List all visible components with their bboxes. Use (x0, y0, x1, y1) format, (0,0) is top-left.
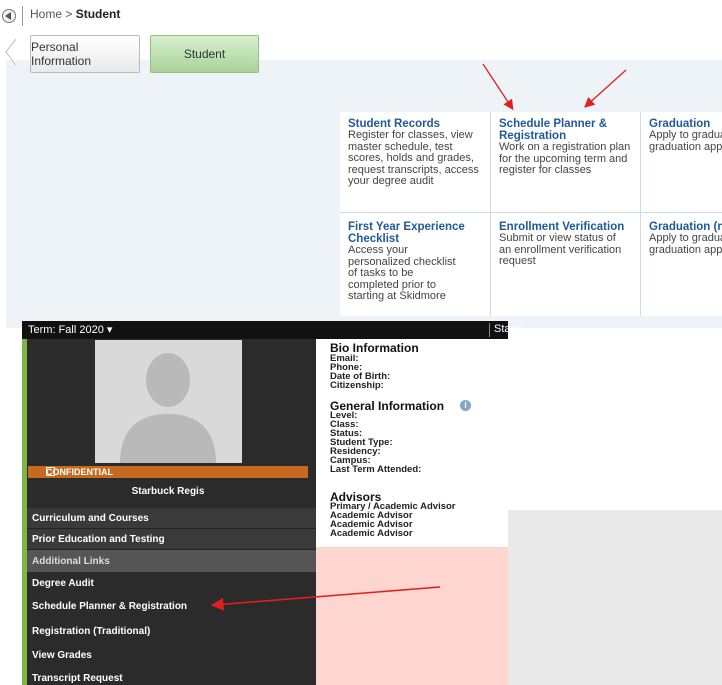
annotation-arrows (210, 63, 627, 611)
arrow-icon (584, 69, 627, 108)
arrow-icon (482, 63, 514, 111)
arrow-icon (210, 586, 441, 611)
